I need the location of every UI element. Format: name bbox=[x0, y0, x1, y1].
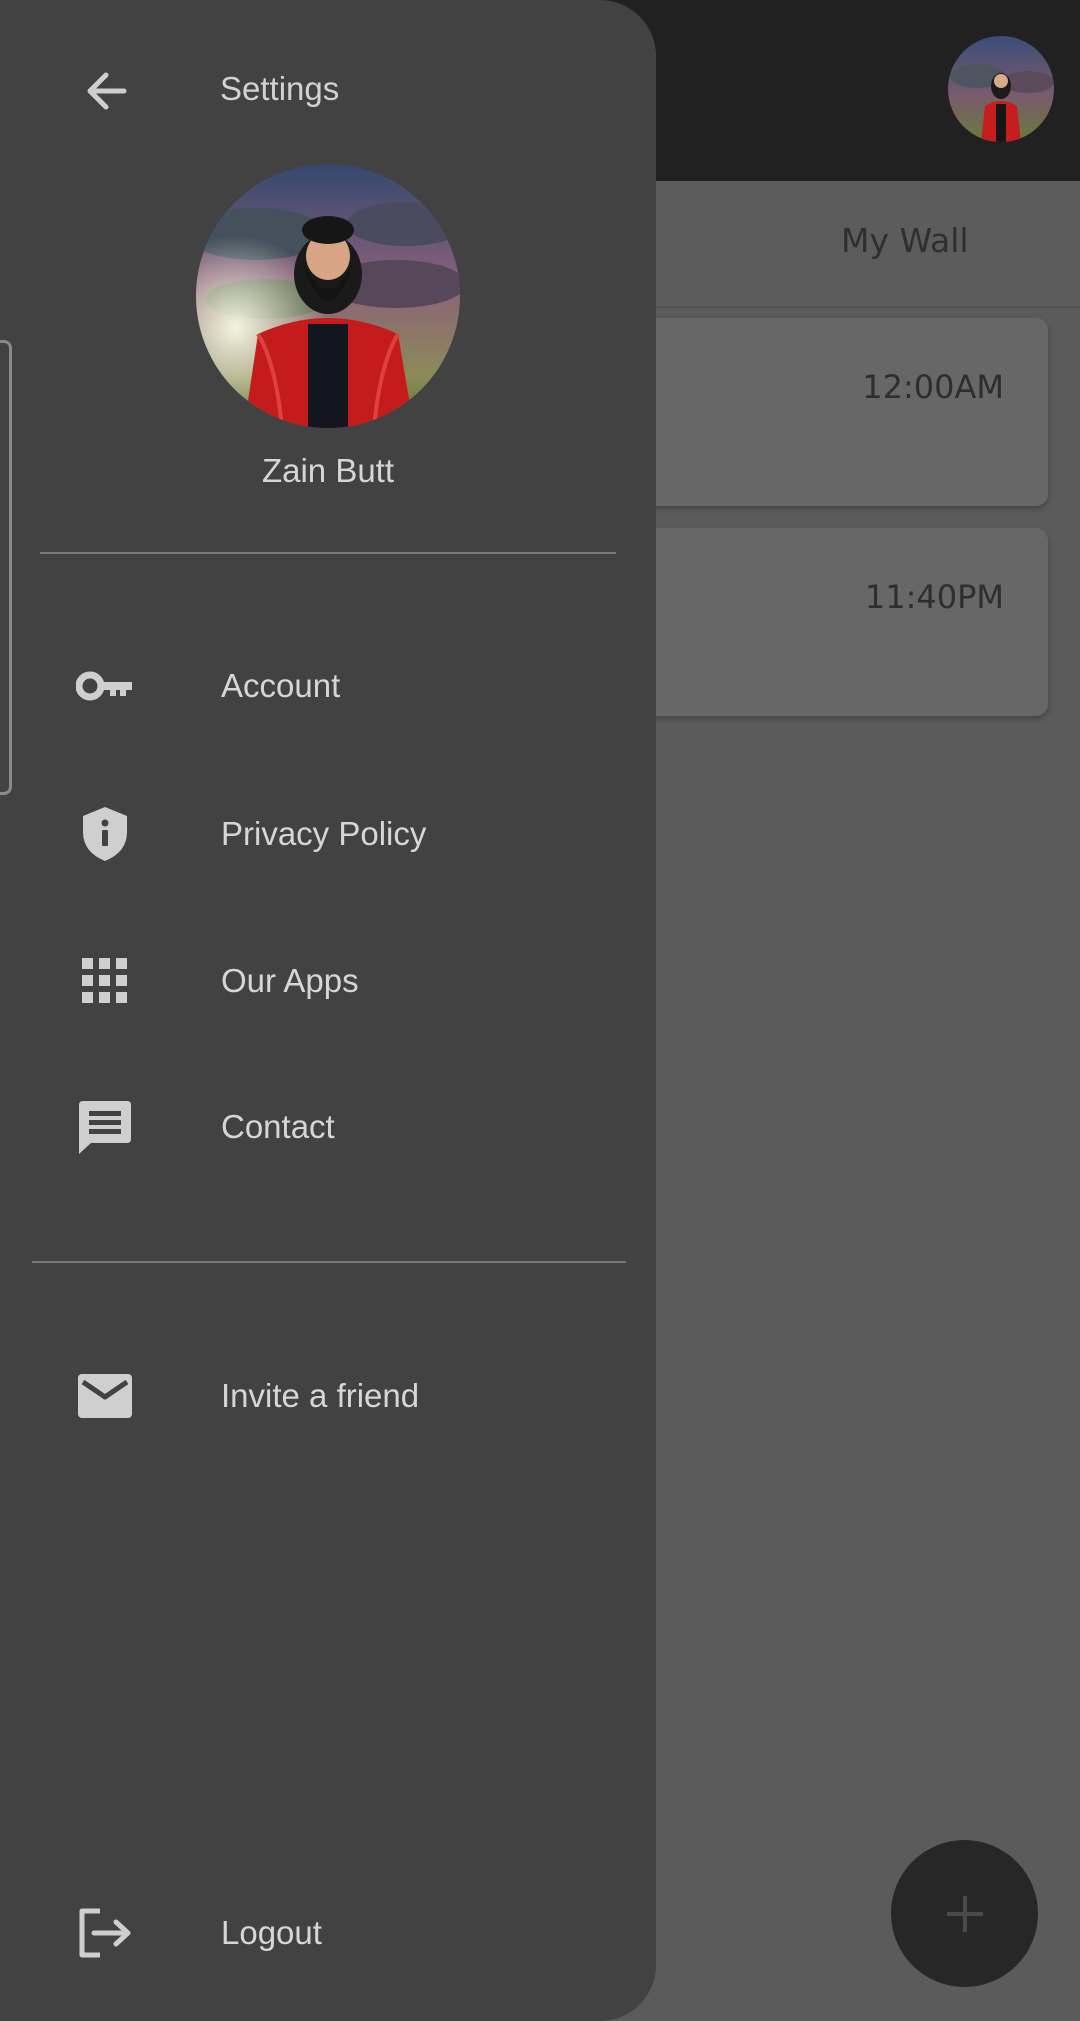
arrow-left-icon bbox=[87, 72, 127, 110]
divider bbox=[40, 552, 616, 554]
menu-item-account[interactable]: Account bbox=[0, 631, 656, 741]
navigation-drawer: Settings Zain Butt Account Privacy Polic… bbox=[0, 0, 656, 2021]
menu-item-invite-a-friend[interactable]: Invite a friend bbox=[0, 1341, 656, 1451]
menu-item-contact[interactable]: Contact bbox=[0, 1072, 656, 1182]
back-button[interactable] bbox=[78, 66, 134, 116]
edge-drag-handle[interactable] bbox=[0, 340, 12, 795]
message-icon bbox=[76, 1098, 134, 1156]
post-time: 12:00AM bbox=[862, 368, 1004, 406]
add-post-button[interactable] bbox=[891, 1840, 1038, 1987]
menu-label: Our Apps bbox=[221, 962, 359, 999]
post-time: 11:40PM bbox=[864, 578, 1004, 616]
key-icon bbox=[76, 657, 134, 715]
menu-label: Contact bbox=[221, 1108, 335, 1145]
menu-item-our-apps[interactable]: Our Apps bbox=[0, 926, 656, 1036]
profile-avatar[interactable] bbox=[196, 164, 460, 428]
drawer-title: Settings bbox=[220, 70, 340, 107]
shield-info-icon bbox=[76, 805, 134, 863]
menu-item-logout[interactable]: Logout bbox=[0, 1878, 656, 1988]
menu-item-privacy-policy[interactable]: Privacy Policy bbox=[0, 779, 656, 889]
menu-label: Account bbox=[221, 667, 341, 704]
tab-my-wall[interactable]: My Wall bbox=[841, 221, 969, 260]
logout-icon bbox=[76, 1904, 134, 1962]
profile-name: Zain Butt bbox=[261, 452, 395, 489]
top-profile-avatar[interactable] bbox=[948, 36, 1054, 142]
menu-label: Invite a friend bbox=[221, 1377, 420, 1414]
menu-label: Logout bbox=[221, 1914, 322, 1951]
apps-grid-icon bbox=[76, 952, 134, 1010]
menu-label: Privacy Policy bbox=[221, 815, 427, 852]
post-card[interactable]: 12:00AM bbox=[600, 318, 1048, 506]
post-card[interactable]: 11:40PM bbox=[600, 528, 1048, 716]
mail-icon bbox=[76, 1367, 134, 1425]
plus-icon bbox=[946, 1895, 983, 1932]
divider bbox=[32, 1261, 626, 1263]
